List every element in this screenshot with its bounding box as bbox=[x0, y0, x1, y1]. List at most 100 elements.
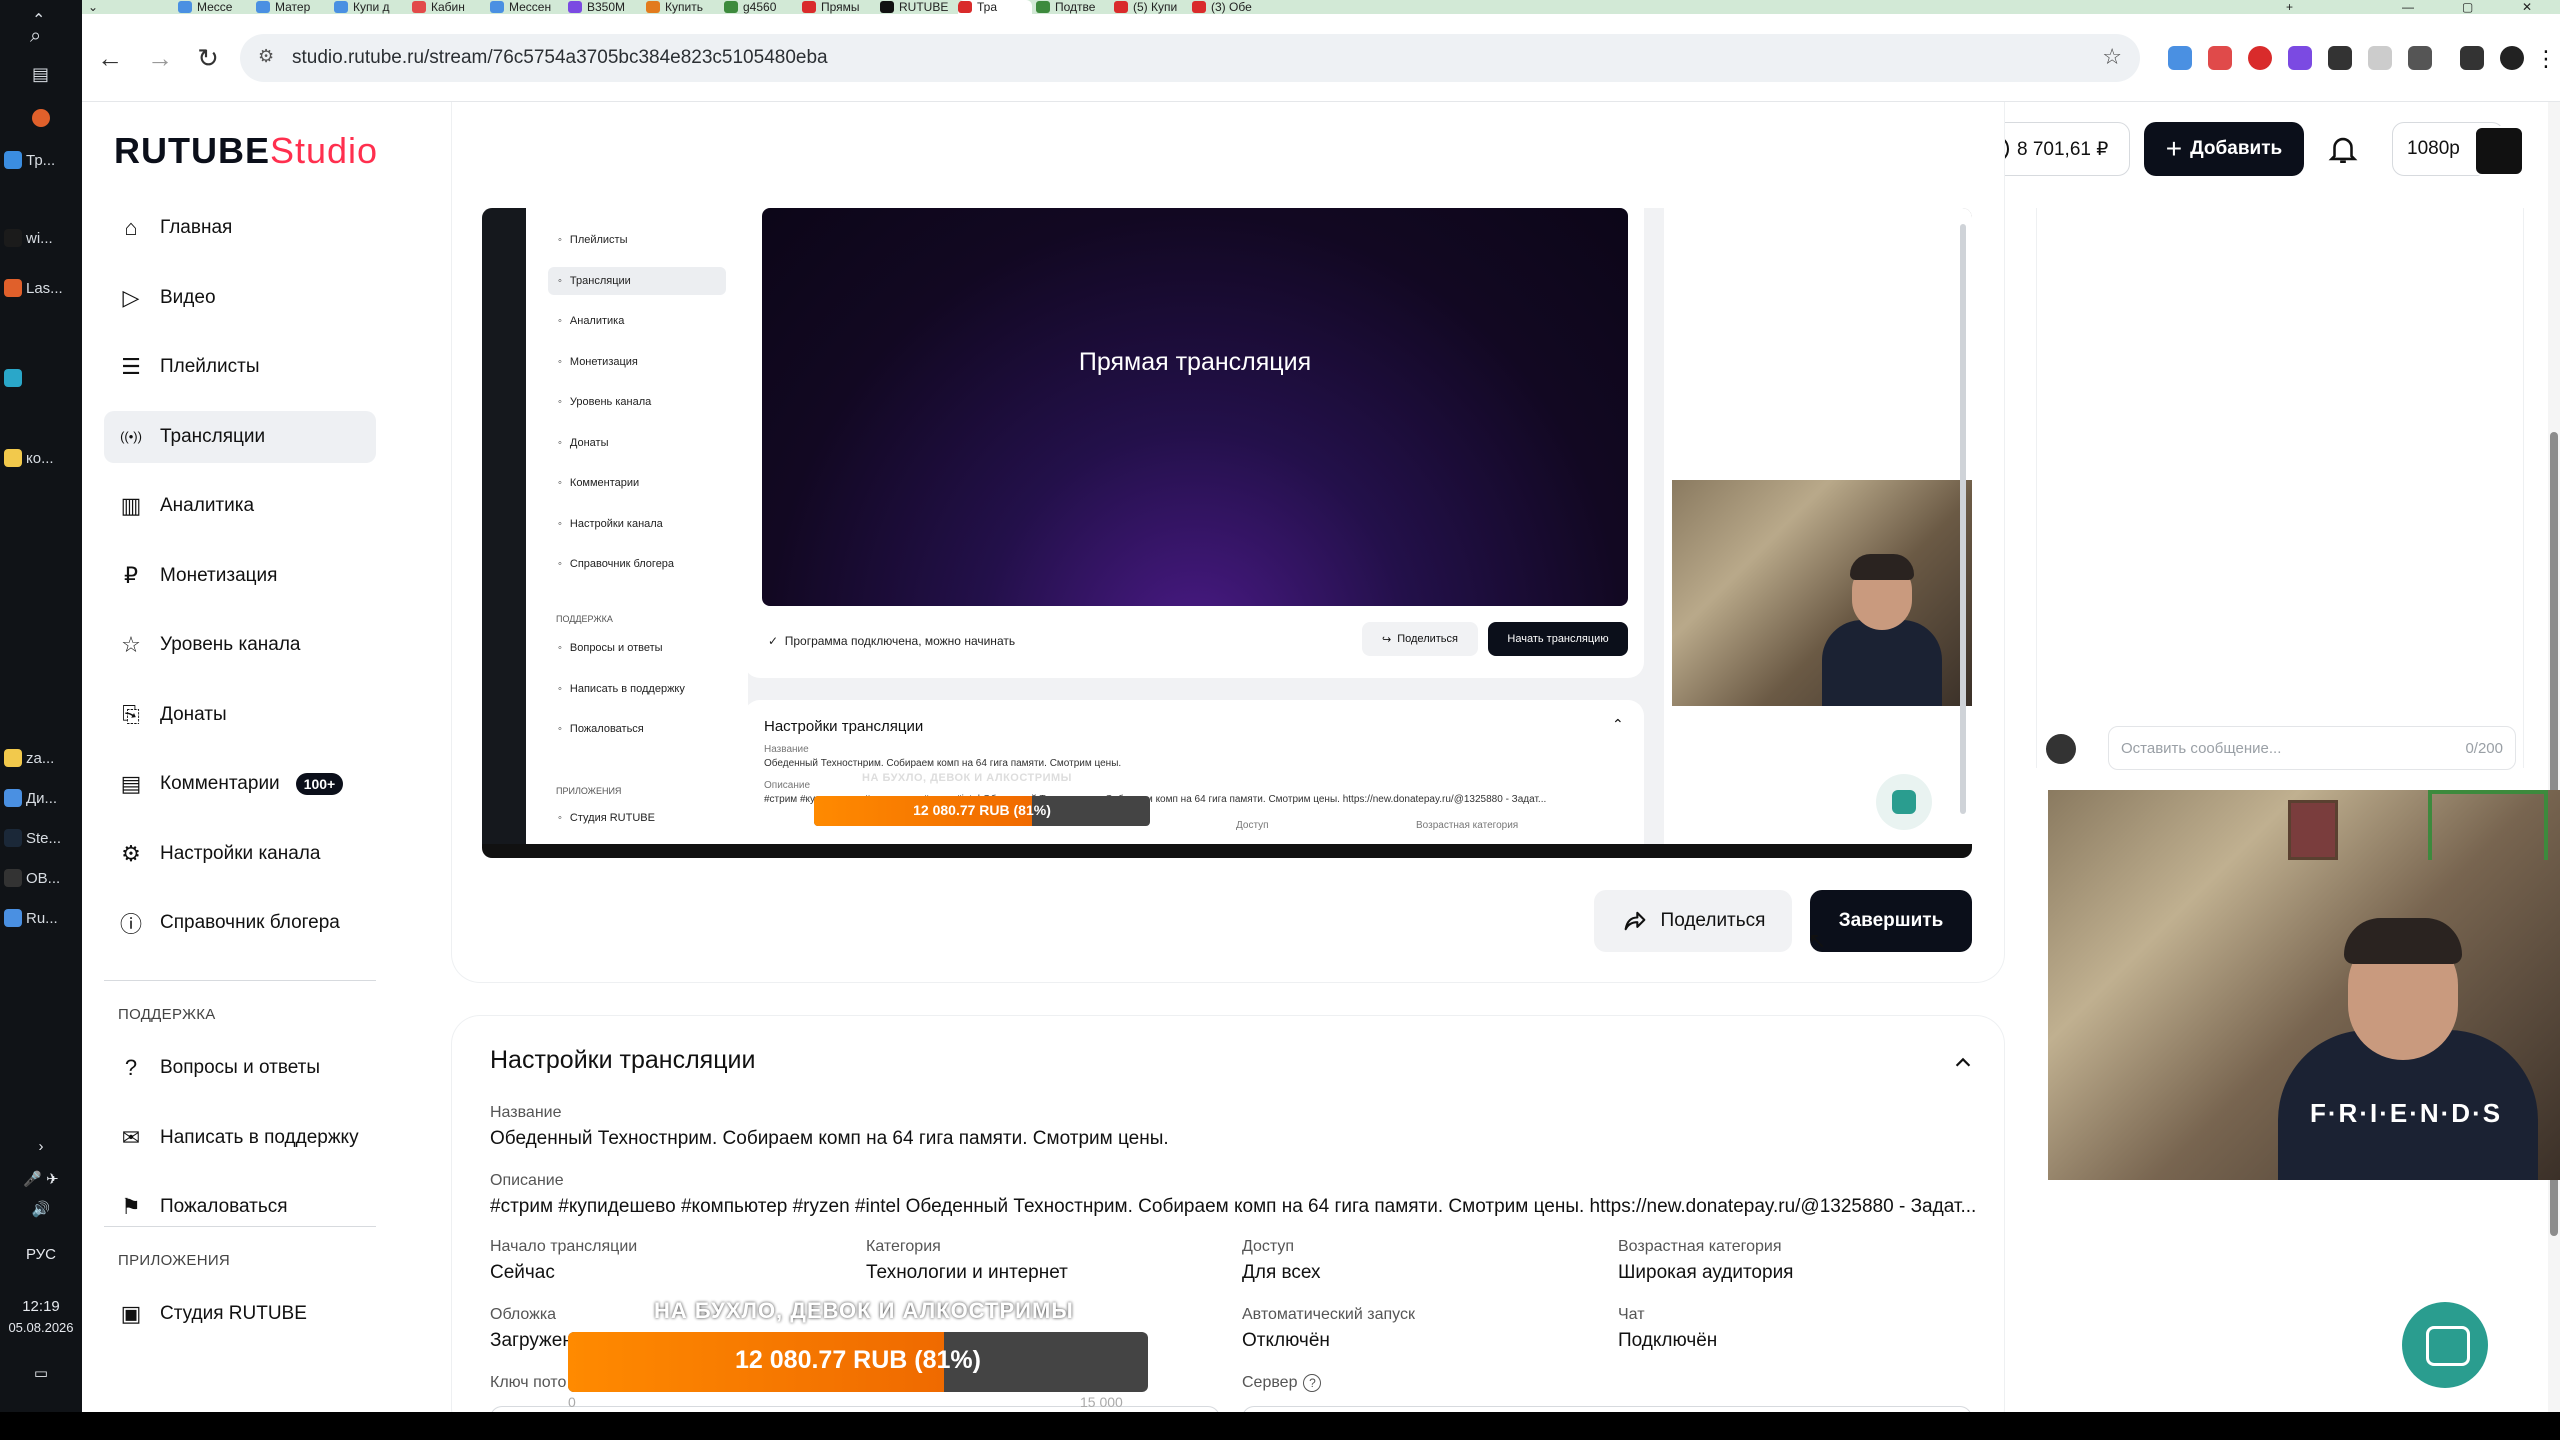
taskbar-app[interactable] bbox=[4, 360, 78, 396]
channel-avatar[interactable] bbox=[2474, 126, 2524, 176]
taskbar-app[interactable]: ко... bbox=[4, 440, 78, 476]
taskbar-app[interactable]: Ru... bbox=[4, 900, 78, 936]
bell-icon[interactable] bbox=[2326, 132, 2360, 166]
media-controls-icon[interactable] bbox=[2460, 46, 2484, 70]
taskbar-app[interactable]: Las... bbox=[4, 270, 78, 306]
taskbar-date[interactable]: 05.08.2026 bbox=[0, 1320, 82, 1335]
bookmark-star-icon[interactable]: ☆ bbox=[2102, 44, 2122, 70]
page-scrollbar[interactable] bbox=[2548, 102, 2560, 1412]
omnibox[interactable]: ⚙ studio.rutube.ru/stream/76c5754a3705bc… bbox=[240, 34, 2140, 82]
favicon-icon bbox=[334, 1, 348, 13]
sidebar-item[interactable]: ▤ Комментарии 100+ bbox=[104, 758, 376, 810]
taskbar-volume-icon[interactable]: 🔊 bbox=[0, 1200, 82, 1218]
taskbar-expand-icon[interactable]: › bbox=[0, 1138, 82, 1155]
sidebar-item[interactable]: ✉ Написать в поддержку bbox=[104, 1112, 376, 1164]
tab-strip: ⌄ Мессе Матер Купи д Кабин Мессен B350M Купить… bbox=[82, 0, 2560, 14]
browser-tab[interactable]: Прямы bbox=[802, 0, 876, 14]
taskbar-app[interactable]: Тр... bbox=[4, 142, 78, 178]
minimize-button[interactable]: — bbox=[2402, 0, 2414, 14]
sidebar-item[interactable]: ⓘ Справочник блогера bbox=[104, 897, 376, 949]
taskbar-notification-icon[interactable]: ▭ bbox=[0, 1364, 82, 1382]
taskbar-search-icon[interactable]: ⌕ bbox=[4, 18, 78, 54]
share-button[interactable]: Поделиться bbox=[1594, 890, 1792, 952]
chevron-up-icon[interactable] bbox=[1952, 1052, 1974, 1074]
chat-message-input[interactable]: Оставить сообщение... 0/200 bbox=[2108, 726, 2516, 770]
autostart-label: Автоматический запуск bbox=[1242, 1306, 1415, 1323]
comments-count-badge: 100+ bbox=[295, 773, 344, 795]
support-chat-button[interactable] bbox=[2402, 1302, 2488, 1388]
url-text[interactable]: studio.rutube.ru/stream/76c5754a3705bc38… bbox=[292, 47, 828, 69]
extension-icon[interactable] bbox=[2168, 46, 2192, 70]
sidebar-item[interactable]: ⚙ Настройки канала bbox=[104, 828, 376, 880]
maximize-button[interactable]: ▢ bbox=[2462, 0, 2473, 14]
taskbar-app[interactable]: OB... bbox=[4, 860, 78, 896]
profile-avatar[interactable] bbox=[2500, 46, 2524, 70]
browser-tab[interactable]: Мессе bbox=[178, 0, 252, 14]
finish-stream-button[interactable]: Завершить bbox=[1810, 890, 1972, 952]
taskbar-tray-icons[interactable]: 🎤 ✈ bbox=[0, 1170, 82, 1188]
analytics-icon: ▥ bbox=[120, 493, 142, 518]
app-icon bbox=[4, 829, 22, 847]
taskbar-firefox-icon[interactable] bbox=[4, 100, 78, 136]
browser-tab[interactable]: Кабин bbox=[412, 0, 486, 14]
sidebar-item[interactable]: ⌂ Главная bbox=[104, 202, 376, 254]
tab-list-icon[interactable]: ⌄ bbox=[88, 0, 98, 14]
sidebar-item[interactable]: ▥ Аналитика bbox=[104, 480, 376, 532]
browser-menu-icon[interactable]: ⋮ bbox=[2534, 46, 2558, 71]
share-page-icon[interactable] bbox=[2368, 46, 2392, 70]
new-tab-button[interactable]: + bbox=[2286, 0, 2293, 14]
sidebar-item[interactable]: ₽ Монетизация bbox=[104, 550, 376, 602]
description-label: Описание bbox=[490, 1172, 564, 1189]
sidebar-item[interactable]: ⎘ Донаты bbox=[104, 689, 376, 741]
sidebar-item[interactable]: ? Вопросы и ответы bbox=[104, 1042, 376, 1094]
chat-messages bbox=[2036, 208, 2524, 768]
stream-preview: ◦ Плейлисты ◦ Трансляции ◦ Аналитика ◦ Монетиза… bbox=[482, 208, 1972, 858]
close-window-button[interactable]: ✕ bbox=[2522, 0, 2532, 14]
taskbar-app[interactable]: Ste... bbox=[4, 820, 78, 856]
taskbar-app[interactable]: za... bbox=[4, 740, 78, 776]
reload-button[interactable]: ↻ bbox=[194, 43, 222, 73]
browser-tab[interactable]: B350M bbox=[568, 0, 642, 14]
back-button[interactable]: ← bbox=[96, 43, 124, 73]
browser-tab[interactable]: Матер bbox=[256, 0, 330, 14]
name-label: Название bbox=[490, 1104, 562, 1121]
browser-tab[interactable]: g4560 bbox=[724, 0, 798, 14]
browser-tab[interactable]: Мессен bbox=[490, 0, 564, 14]
browser-tab[interactable]: Подтве bbox=[1036, 0, 1110, 14]
sidebar-item[interactable]: ☰ Плейлисты bbox=[104, 341, 376, 393]
taskbar-app[interactable]: wi... bbox=[4, 220, 78, 256]
browser-tab[interactable]: Купи д bbox=[334, 0, 408, 14]
browser-tab[interactable]: (3) Обе bbox=[1192, 0, 1266, 14]
extension-icon[interactable] bbox=[2288, 46, 2312, 70]
preview-webcam bbox=[1672, 480, 1972, 706]
forward-button[interactable]: → bbox=[146, 43, 174, 73]
add-button[interactable]: + Добавить bbox=[2144, 122, 2304, 176]
sidebar-item[interactable]: ▣ Студия RUTUBE bbox=[104, 1288, 376, 1340]
cast-icon[interactable] bbox=[2328, 46, 2352, 70]
taskbar-app[interactable]: Ди... bbox=[4, 780, 78, 816]
preview-donation-bar: 12 080.77 RUB (81%) bbox=[814, 796, 1150, 826]
nav-icon: ◦ bbox=[558, 723, 562, 735]
sidebar-item[interactable]: ((•)) Трансляции bbox=[104, 410, 376, 463]
browser-tab[interactable]: Купить bbox=[646, 0, 720, 14]
sidebar-item[interactable]: ☆ Уровень канала bbox=[104, 619, 376, 671]
site-info-icon[interactable]: ⚙ bbox=[258, 46, 274, 67]
flag-icon: ⚑ bbox=[121, 1194, 141, 1219]
address-bar-row: ← → ↻ ⚙ studio.rutube.ru/stream/76c5754a… bbox=[82, 14, 2560, 102]
rutube-studio-logo[interactable]: RUTUBEStudio bbox=[114, 130, 378, 172]
nav-icon: ◦ bbox=[558, 274, 562, 287]
browser-tab[interactable]: (5) Купи bbox=[1114, 0, 1188, 14]
browser-tab[interactable]: RUTUBE bbox=[880, 0, 954, 14]
extension-icon[interactable] bbox=[2248, 46, 2272, 70]
extensions-puzzle-icon[interactable] bbox=[2408, 46, 2432, 70]
browser-tab[interactable]: Тра bbox=[958, 0, 1032, 14]
taskbar-time[interactable]: 12:19 bbox=[0, 1298, 82, 1315]
favicon-icon bbox=[412, 1, 426, 13]
gear-icon: ⚙ bbox=[121, 840, 141, 866]
screen-bottom-border bbox=[0, 1412, 2560, 1440]
taskbar-taskview-icon[interactable]: ▤ bbox=[4, 56, 78, 92]
help-icon[interactable]: ? bbox=[1303, 1374, 1322, 1392]
taskbar-lang[interactable]: РУС bbox=[0, 1246, 82, 1263]
extension-icon[interactable] bbox=[2208, 46, 2232, 70]
sidebar-item[interactable]: ▷ Видео bbox=[104, 272, 376, 324]
